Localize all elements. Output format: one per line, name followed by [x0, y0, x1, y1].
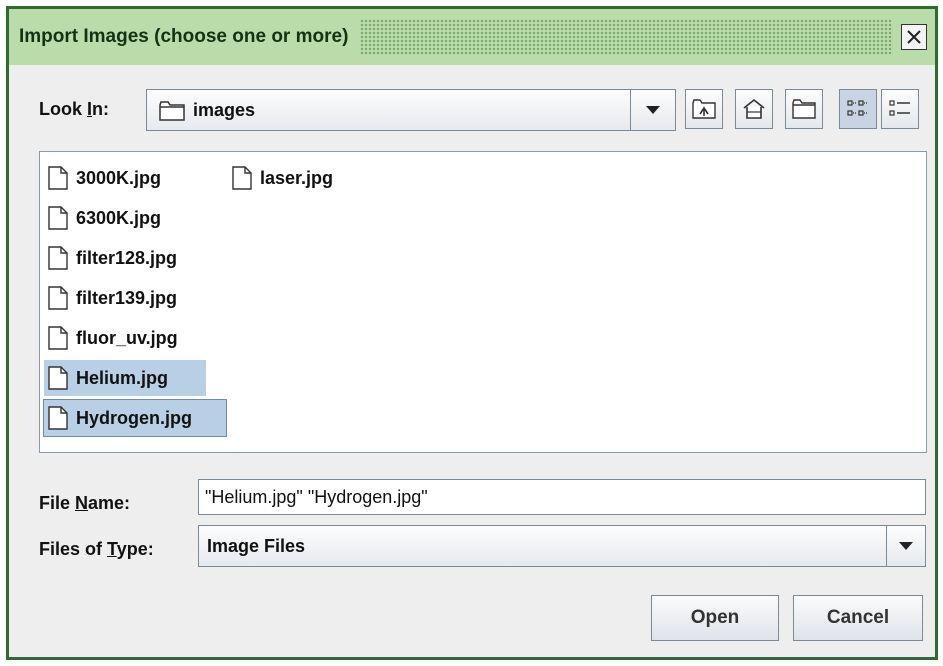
- file-name-label: File Name:: [39, 493, 131, 513]
- title-bar[interactable]: Import Images (choose one or more): [9, 9, 935, 65]
- list-view-button[interactable]: [839, 89, 877, 129]
- close-icon: [907, 30, 921, 44]
- dialog-body: Look In: images 3000K.jpg 6300K.jpg filt…: [9, 65, 935, 657]
- new-folder-icon: [792, 99, 816, 119]
- look-in-combo[interactable]: images: [146, 89, 676, 131]
- chevron-down-icon: [646, 106, 660, 114]
- open-button[interactable]: Open: [651, 595, 779, 641]
- file-item[interactable]: Hydrogen.jpg: [43, 399, 227, 437]
- file-item[interactable]: 6300K.jpg: [44, 200, 192, 236]
- up-one-level-button[interactable]: [685, 89, 723, 129]
- file-icon: [48, 206, 68, 230]
- file-icon: [48, 366, 68, 390]
- new-folder-button[interactable]: [785, 89, 823, 129]
- file-icon: [232, 166, 252, 190]
- look-in-value: images: [193, 100, 256, 120]
- file-icon: [48, 406, 68, 430]
- file-icon: [48, 166, 68, 190]
- folder-icon: [159, 101, 185, 121]
- file-name: 6300K.jpg: [76, 207, 162, 228]
- details-view-button[interactable]: [881, 89, 919, 129]
- dialog-frame: Import Images (choose one or more) Look …: [9, 9, 935, 657]
- close-button[interactable]: [901, 24, 927, 50]
- file-icon: [48, 246, 68, 270]
- file-name: 3000K.jpg: [76, 167, 162, 188]
- file-item[interactable]: fluor_uv.jpg: [44, 320, 204, 356]
- chevron-down-icon: [899, 542, 913, 550]
- home-icon: [743, 98, 765, 119]
- files-of-type-combo[interactable]: Image Files: [198, 525, 926, 567]
- files-of-type-value: Image Files: [207, 536, 306, 556]
- home-button[interactable]: [735, 89, 773, 129]
- look-in-label: Look In:: [39, 99, 110, 119]
- import-images-dialog: Import Images (choose one or more) Look …: [6, 6, 938, 660]
- file-item[interactable]: filter139.jpg: [44, 280, 212, 316]
- files-of-type-label: Files of Type:: [39, 539, 154, 559]
- file-item[interactable]: 3000K.jpg: [44, 160, 192, 196]
- file-icon: [48, 326, 68, 350]
- title-bar-grip: [360, 19, 893, 55]
- dialog-title: Import Images (choose one or more): [19, 26, 349, 47]
- details-view-icon: [889, 100, 910, 116]
- file-name: fluor_uv.jpg: [76, 327, 178, 348]
- file-list[interactable]: 3000K.jpg 6300K.jpg filter128.jpg filter139…: [39, 151, 927, 453]
- file-item[interactable]: Helium.jpg: [44, 360, 206, 396]
- up-one-level-icon: [692, 99, 716, 119]
- file-name: filter128.jpg: [76, 247, 178, 268]
- look-in-dropdown-button[interactable]: [630, 90, 675, 130]
- file-icon: [48, 286, 68, 310]
- file-name-input[interactable]: [198, 479, 926, 515]
- file-name: laser.jpg: [260, 167, 334, 188]
- file-name: Helium.jpg: [76, 367, 169, 388]
- cancel-button[interactable]: Cancel: [793, 595, 923, 641]
- file-item[interactable]: filter128.jpg: [44, 240, 212, 276]
- list-view-icon: [847, 100, 867, 116]
- file-name: Hydrogen.jpg: [76, 407, 192, 428]
- file-name: filter139.jpg: [76, 287, 178, 308]
- files-of-type-dropdown-button[interactable]: [886, 526, 925, 566]
- file-item[interactable]: laser.jpg: [228, 160, 360, 196]
